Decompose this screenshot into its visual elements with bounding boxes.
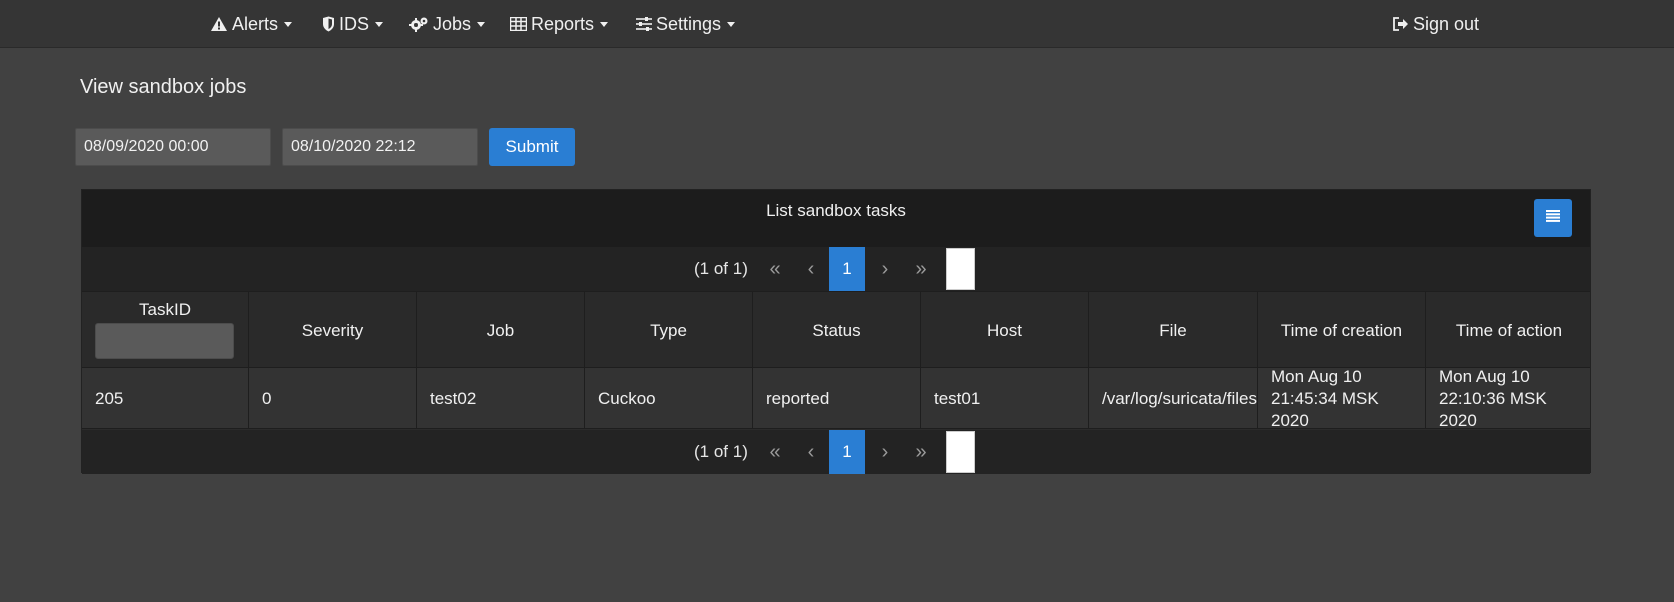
warning-icon xyxy=(210,16,228,32)
column-header-job[interactable]: Job xyxy=(417,292,585,369)
caret-down-icon xyxy=(375,21,384,27)
sign-out-link[interactable]: Sign out xyxy=(1393,0,1479,48)
nav-settings-menu[interactable]: Settings xyxy=(636,0,736,48)
list-icon xyxy=(1546,209,1560,227)
nav-jobs-menu[interactable]: Jobs xyxy=(409,0,486,48)
cell-time-of-action: Mon Aug 10 22:10:36 MSK 2020 xyxy=(1439,368,1547,429)
table-header-row: TaskID Severity Job Type Status Host Fil… xyxy=(82,291,1592,369)
column-header-time-of-creation[interactable]: Time of creation xyxy=(1258,292,1426,369)
cell-file: /var/log/suricata/files xyxy=(1089,368,1258,429)
page-1-button[interactable]: 1 xyxy=(829,247,865,291)
taskid-filter-input[interactable] xyxy=(95,323,234,359)
column-header-severity[interactable]: Severity xyxy=(249,292,417,369)
table-row[interactable]: 205 0 test02 Cuckoo reported test01 /var… xyxy=(82,368,1590,429)
nav-jobs-label: Jobs xyxy=(433,13,472,34)
submit-button[interactable]: Submit xyxy=(489,128,575,166)
shield-icon xyxy=(322,16,335,32)
nav-alerts-menu[interactable]: Alerts xyxy=(210,0,293,48)
sliders-icon xyxy=(636,17,652,31)
last-page-button[interactable]: » xyxy=(903,247,939,291)
prev-page-button[interactable]: ‹ xyxy=(793,430,829,474)
column-header-label: TaskID xyxy=(139,300,191,319)
first-page-button[interactable]: « xyxy=(757,247,793,291)
column-header-status[interactable]: Status xyxy=(753,292,921,369)
rows-per-page-select[interactable] xyxy=(946,431,975,473)
caret-down-icon xyxy=(284,21,293,27)
nav-reports-label: Reports xyxy=(531,13,595,34)
nav-ids-label: IDS xyxy=(339,13,370,34)
rows-per-page-select[interactable] xyxy=(946,248,975,290)
column-header-host[interactable]: Host xyxy=(921,292,1089,369)
panel-header: List sandbox tasks xyxy=(82,190,1590,247)
cell-time-of-creation: Mon Aug 10 21:45:34 MSK 2020 xyxy=(1258,368,1426,429)
column-header-file[interactable]: File xyxy=(1089,292,1258,369)
sandbox-tasks-panel: List sandbox tasks (1 of 1) « ‹ 1 › » Ta… xyxy=(81,189,1592,474)
sign-out-icon xyxy=(1393,17,1409,31)
nav-alerts-label: Alerts xyxy=(232,13,279,34)
cell-job: test02 xyxy=(417,368,585,429)
first-page-button[interactable]: « xyxy=(757,430,793,474)
page-count: (1 of 1) xyxy=(694,442,748,461)
page-count: (1 of 1) xyxy=(694,259,748,278)
paginator-top: (1 of 1) « ‹ 1 › » xyxy=(82,247,1590,291)
cell-severity: 0 xyxy=(249,368,417,429)
paginator-bottom: (1 of 1) « ‹ 1 › » xyxy=(82,430,1590,474)
panel-title: List sandbox tasks xyxy=(766,201,906,220)
cell-taskid: 205 xyxy=(82,368,249,429)
cell-type: Cuckoo xyxy=(585,368,753,429)
page-title: View sandbox jobs xyxy=(80,76,247,98)
cell-status: reported xyxy=(753,368,921,429)
column-header-type[interactable]: Type xyxy=(585,292,753,369)
cell-host: test01 xyxy=(921,368,1089,429)
gears-icon xyxy=(409,16,429,32)
last-page-button[interactable]: » xyxy=(903,430,939,474)
caret-down-icon xyxy=(727,21,736,27)
top-navbar: Alerts IDS Jobs Reports Settings Sign ou xyxy=(0,0,1674,48)
nav-settings-label: Settings xyxy=(656,13,722,34)
prev-page-button[interactable]: ‹ xyxy=(793,247,829,291)
table-icon xyxy=(510,17,527,31)
caret-down-icon xyxy=(477,21,486,27)
next-page-button[interactable]: › xyxy=(867,247,903,291)
nav-reports-menu[interactable]: Reports xyxy=(510,0,609,48)
nav-ids-menu[interactable]: IDS xyxy=(322,0,384,48)
date-from-input[interactable] xyxy=(75,128,271,166)
column-toggle-button[interactable] xyxy=(1534,199,1572,237)
column-header-taskid[interactable]: TaskID xyxy=(82,292,249,369)
column-header-time-of-action[interactable]: Time of action xyxy=(1426,292,1592,369)
next-page-button[interactable]: › xyxy=(867,430,903,474)
date-to-input[interactable] xyxy=(282,128,478,166)
page-1-button[interactable]: 1 xyxy=(829,430,865,474)
sign-out-label: Sign out xyxy=(1413,13,1480,34)
caret-down-icon xyxy=(600,21,609,27)
